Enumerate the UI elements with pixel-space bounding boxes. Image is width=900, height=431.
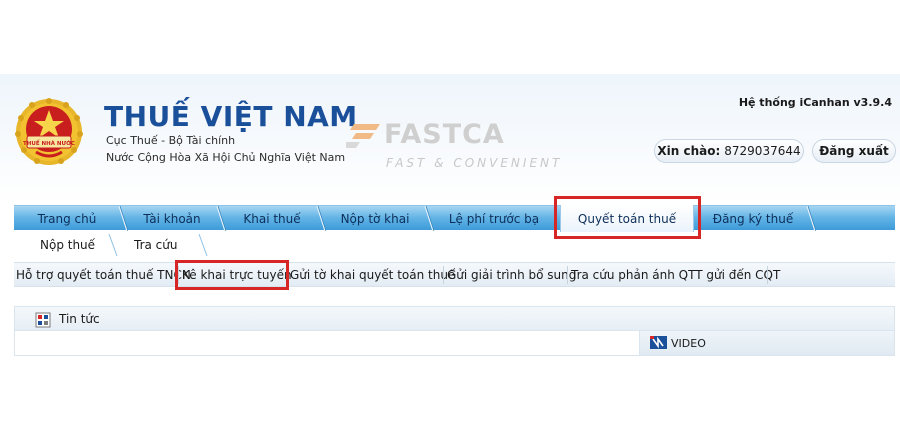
nav-item-submit-return[interactable]: Nộp tờ khai bbox=[324, 206, 426, 231]
toolbar-item-lookup-feedback[interactable]: Tra cứu phản ánh QTT gửi đến CQT bbox=[571, 263, 780, 287]
site-subtitle-agency: Cục Thuế - Bộ Tài chính bbox=[106, 134, 236, 147]
video-title: VIDEO bbox=[671, 337, 706, 350]
toolbar-divider bbox=[567, 266, 568, 284]
fastca-logo-icon bbox=[346, 124, 380, 148]
nav-label: Trang chủ bbox=[37, 211, 97, 226]
nav-label: Lệ phí trước bạ bbox=[448, 211, 540, 226]
video-icon bbox=[650, 336, 667, 349]
highlight-box-tax-finalization bbox=[554, 196, 701, 239]
nav-separator-icon bbox=[806, 206, 816, 231]
system-version: Hệ thống iCanhan v3.9.4 bbox=[738, 96, 892, 109]
sub-nav-item-pay-tax[interactable]: Nộp thuế bbox=[40, 238, 95, 252]
user-id: 8729037644 bbox=[724, 144, 801, 158]
page: THUẾ NHÀ NƯỚC THUẾ VIỆT NAM Cục Thuế - B… bbox=[0, 0, 900, 431]
main-nav: Trang chủ Tài khoản Khai thuế Nộp tờ kha… bbox=[14, 205, 895, 232]
news-panel: Tin tức VIDEO bbox=[14, 306, 895, 356]
site-title: THUẾ VIỆT NAM bbox=[104, 100, 358, 133]
nav-label: Đăng ký thuế bbox=[712, 211, 794, 226]
news-header: Tin tức bbox=[15, 307, 894, 331]
sub-nav-item-lookup[interactable]: Tra cứu bbox=[134, 238, 177, 252]
sub-nav-separator-icon bbox=[198, 234, 208, 256]
logout-button[interactable]: Đăng xuất bbox=[812, 139, 896, 163]
nav-label: Tài khoản bbox=[143, 211, 201, 226]
nav-item-tax-registration[interactable]: Đăng ký thuế bbox=[698, 206, 808, 231]
nav-label: Khai thuế bbox=[243, 211, 301, 226]
watermark-tagline: FAST & CONVENIENT bbox=[386, 156, 563, 170]
sub-nav: Nộp thuế Tra cứu bbox=[14, 232, 414, 258]
nav-item-account[interactable]: Tài khoản bbox=[126, 206, 218, 231]
highlight-box-online-declaration bbox=[175, 260, 289, 290]
nav-label: Nộp tờ khai bbox=[340, 211, 410, 226]
sub-nav-separator-icon bbox=[108, 234, 118, 256]
user-greeting: Xin chào: 8729037644 bbox=[654, 139, 804, 163]
toolbar-item-pit-support[interactable]: Hỗ trợ quyết toán thuế TNCN bbox=[16, 263, 191, 287]
toolbar-item-send-finalization[interactable]: Gửi tờ khai quyết toán thuế bbox=[290, 263, 455, 287]
nav-item-tax-declaration[interactable]: Khai thuế bbox=[224, 206, 320, 231]
finalization-toolbar: Hỗ trợ quyết toán thuế TNCN Kê khai trực… bbox=[14, 262, 895, 287]
toolbar-divider bbox=[443, 266, 444, 284]
toolbar-item-send-explanation[interactable]: Gửi giải trình bổ sung bbox=[447, 263, 576, 287]
svg-text:THUẾ NHÀ NƯỚC: THUẾ NHÀ NƯỚC bbox=[23, 139, 75, 147]
site-subtitle-country: Nước Cộng Hòa Xã Hội Chủ Nghĩa Việt Nam bbox=[106, 151, 346, 164]
toolbar-divider bbox=[767, 266, 768, 284]
nav-item-registration-fee[interactable]: Lệ phí trước bạ bbox=[432, 206, 556, 231]
nav-item-home[interactable]: Trang chủ bbox=[14, 206, 120, 231]
greeting-label: Xin chào: bbox=[657, 144, 721, 158]
news-icon bbox=[35, 312, 51, 328]
watermark-brand: FASTCA bbox=[384, 119, 505, 150]
national-emblem-icon: THUẾ NHÀ NƯỚC bbox=[15, 98, 83, 165]
news-title: Tin tức bbox=[59, 312, 100, 326]
video-header: VIDEO bbox=[639, 331, 894, 355]
